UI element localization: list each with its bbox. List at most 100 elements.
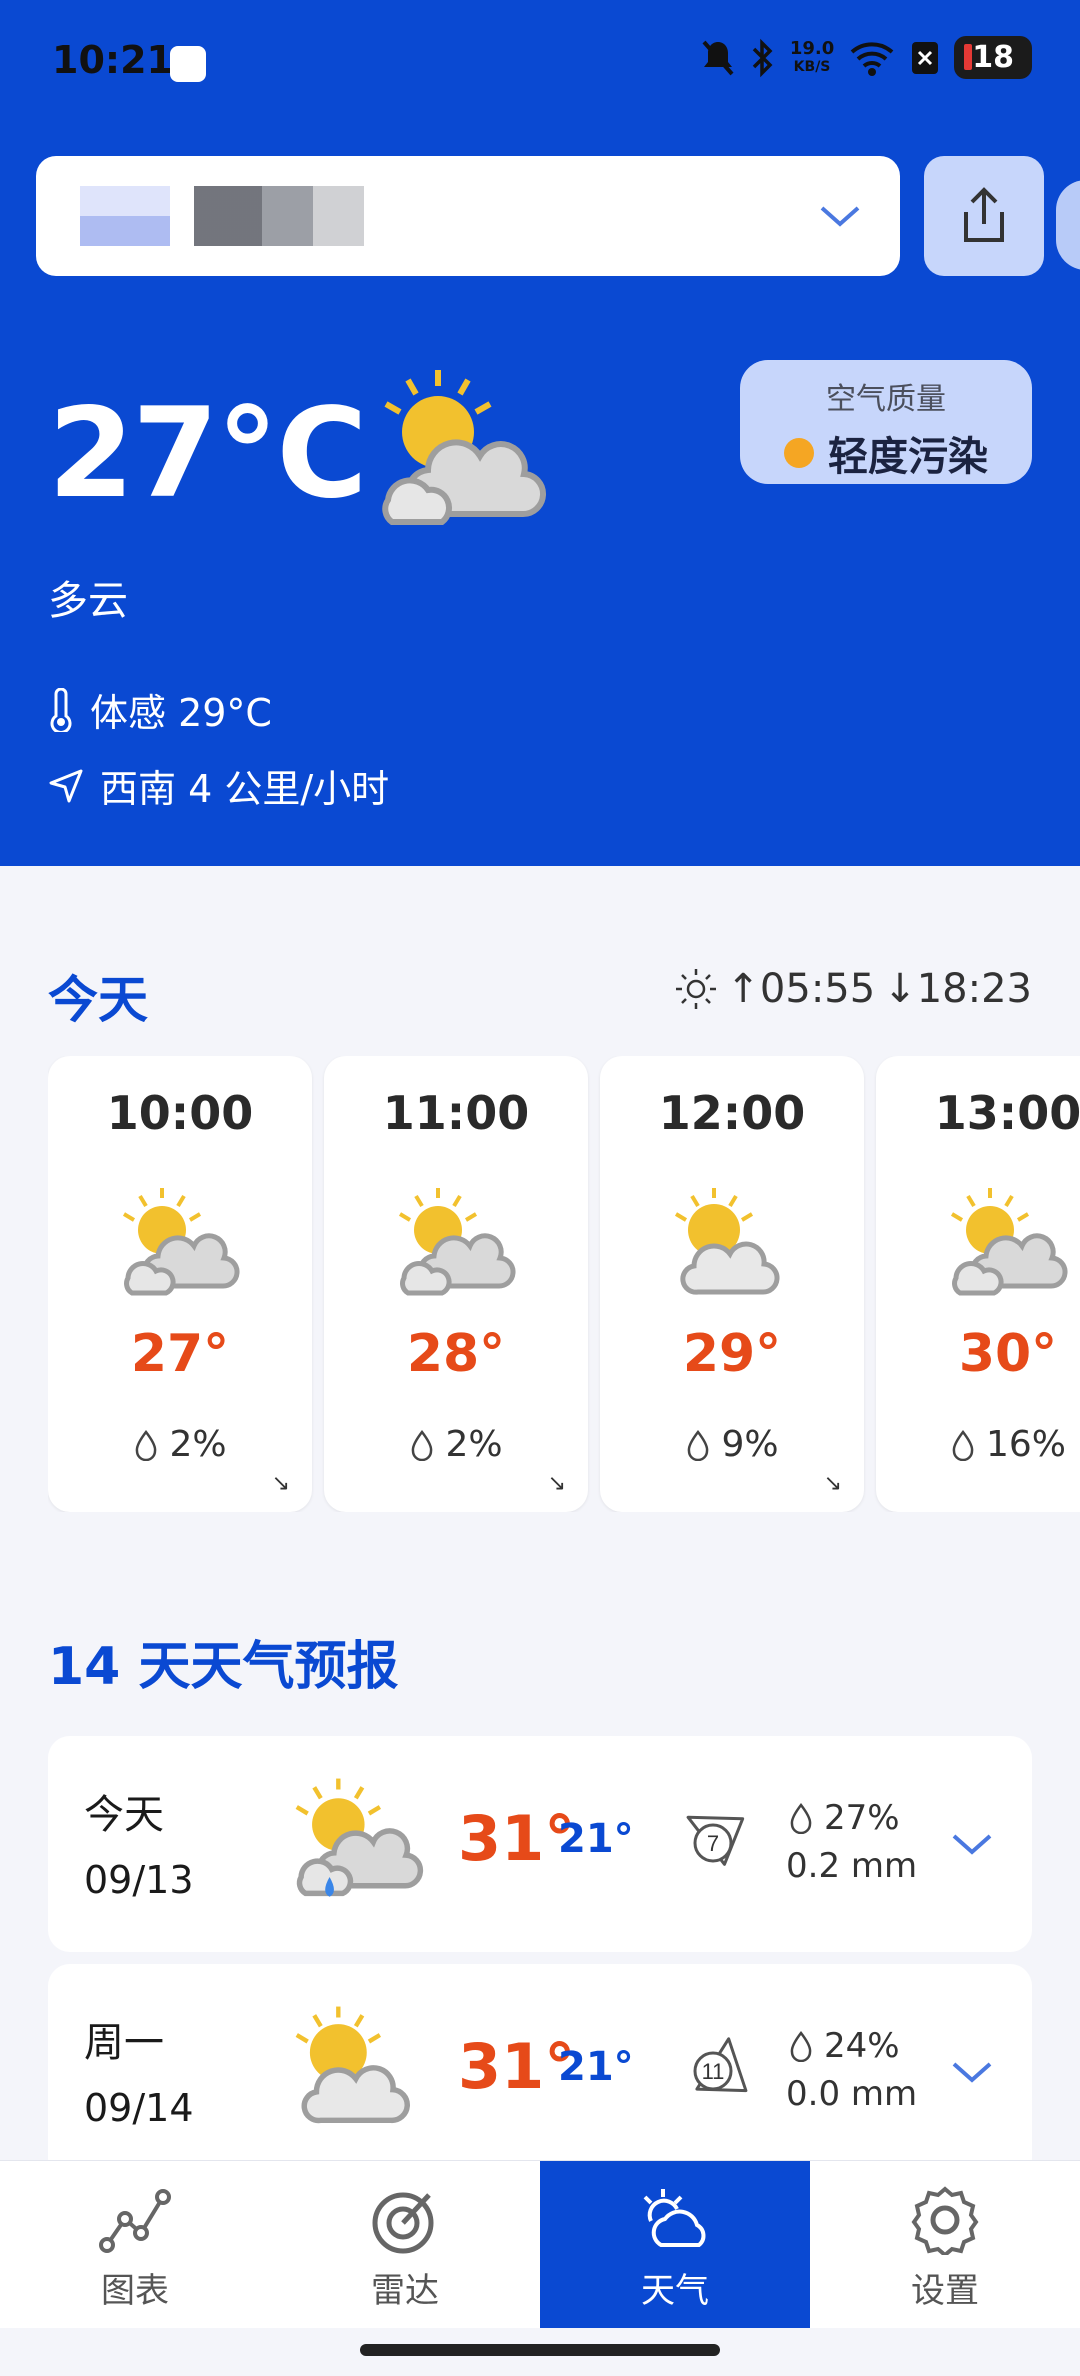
sunset-time: ↓18:23 [883,966,1032,1012]
air-quality-value-row: 轻度污染 [740,424,1032,482]
hour-precip-value: 2% [169,1424,227,1465]
nav-settings[interactable]: 设置 [810,2161,1080,2329]
air-quality-value: 轻度污染 [828,434,988,480]
wind-info: 西南 4 公里/小时 [48,758,389,813]
day-name: 今天 [84,1792,164,1838]
day-low: 21° [558,1816,634,1862]
nav-chart-label: 图表 [101,2271,169,2311]
precip-drop-icon [412,1429,433,1461]
rain-partly-cloudy-icon [288,1776,428,1916]
day-date: 09/13 [84,1858,194,1902]
nav-radar[interactable]: 雷达 [270,2161,540,2329]
hour-precip-value: 16% [985,1424,1066,1465]
weather-icon [643,2189,706,2247]
feels-like-text: 体感 29°C [90,691,272,735]
notification-muted-icon [702,40,734,75]
thermometer-icon [50,687,72,732]
air-quality-label: 空气质量 [826,382,946,417]
location-flag-blur [80,186,170,246]
day-date: 09/14 [84,2086,194,2130]
partly-cloudy-icon [382,370,547,525]
sun-times: ↑05:55 ↓18:23 [674,966,1032,1012]
location-name-blur [194,186,364,246]
status-bar: 10:21 19.0 KB/S 18 [0,0,1080,130]
share-button[interactable] [924,156,1044,276]
nav-settings-label: 设置 [911,2271,979,2311]
day-precip: 24% [788,2026,900,2066]
forecast-day-row[interactable]: 今天 09/13 31° 21° 7 27% 0.2 mm [48,1736,1032,1952]
network-speed: 19.0 KB/S [789,37,835,76]
hour-temp: 29° [682,1324,782,1384]
mostly-sunny-icon [668,1186,796,1306]
radar-icon [372,2192,434,2254]
hour-card[interactable]: 12:00 29° 9% ↘ [600,1056,864,1512]
hour-time: 11:00 [382,1086,530,1140]
weather-header: 27°C 多云 体感 29°C 西南 4 公里/小时 空气质量 轻度污染 [0,130,1080,866]
condition-text: 多云 [48,578,128,624]
air-quality-card[interactable]: 空气质量 轻度污染 [740,360,1032,484]
day-precip: 27% [788,1798,900,1838]
day-precip-value: 24% [824,2026,900,2066]
precip-drop-icon [688,1429,709,1461]
net-speed-value: 19.0 [789,37,835,59]
wind-speed-value: 7 [707,1831,719,1856]
day-low: 21° [558,2044,634,2090]
wind-speed-value: 11 [702,2059,725,2084]
wind-speed-icon: 11 [693,2037,748,2093]
today-title: 今天 [48,971,148,1029]
next-location-peek[interactable] [1056,180,1080,270]
precip-drop-icon [136,1429,157,1461]
hour-temp: 27° [130,1324,230,1384]
wind-speed-icon: 7 [686,1815,745,1866]
hour-precip: 16% [876,1424,1080,1465]
nav-weather-label: 天气 [641,2271,709,2311]
hour-temp: 30° [958,1324,1058,1384]
wind-arrow-icon: ↘ [547,1471,566,1496]
day-precip-amount: 0.2 mm [786,1846,918,1886]
hour-precip: 9% [600,1424,864,1465]
hour-precip-value: 2% [445,1424,503,1465]
battery-indicator: 18 [954,36,1032,79]
feels-like: 体感 29°C [48,682,272,737]
nav-chart[interactable]: 图表 [0,2161,270,2329]
bluetooth-icon [752,38,773,77]
share-icon [964,187,1004,242]
hour-precip-value: 9% [721,1424,779,1465]
forecast-title: 14 天天气预报 [48,1637,399,1697]
current-temperature: 27°C [48,382,368,526]
air-quality-dot [784,438,814,468]
hour-card[interactable]: 11:00 28° 2% ↘ [324,1056,588,1512]
settings-icon [911,2186,979,2258]
app-icon [912,41,939,74]
hour-precip: 2% [324,1424,588,1465]
chevron-down-icon [952,1834,992,1855]
day-name: 周一 [84,2020,164,2066]
hourly-forecast-strip[interactable]: 10:00 27° 2% ↘ 11:00 28° 2% ↘ 12:00 29° 9% ↘ 13:00 30… [48,1056,1080,1512]
wind-arrow-icon: ↘ [271,1471,290,1496]
hour-time: 10:00 [106,1086,254,1140]
net-speed-unit: KB/S [793,58,831,75]
hour-card[interactable]: 13:0030°16%↘ [876,1056,1080,1512]
hour-card[interactable]: 10:00 27° 2% ↘ [48,1056,312,1512]
partly-cloudy-icon [116,1186,244,1306]
wind-text: 西南 4 公里/小时 [100,767,390,811]
app-notification-icon [170,46,206,82]
partly-cloudy-icon [944,1186,1072,1306]
nav-radar-label: 雷达 [371,2271,439,2311]
sun-icon [676,969,717,1009]
chevron-down-icon [820,206,860,227]
forecast-day-row[interactable]: 周一 09/14 31° 21° 11 24% 0.0 mm [48,1964,1032,2180]
wind-arrow-icon: ↘ [823,1471,842,1496]
status-time: 10:21 [52,38,173,82]
hour-time: 12:00 [658,1086,806,1140]
location-selector[interactable] [36,156,900,276]
nav-weather[interactable]: 天气 [540,2161,810,2329]
precip-drop-icon [790,2030,812,2062]
home-indicator[interactable] [360,2344,720,2356]
day-precip-amount: 0.0 mm [786,2074,918,2114]
bottom-navigation: 图表 雷达 天气 设置 [0,2160,1080,2329]
sunrise-time: ↑05:55 [726,966,876,1012]
day-precip-value: 27% [824,1798,900,1838]
hour-precip: 2% [48,1424,312,1465]
precip-drop-icon [790,1802,812,1834]
